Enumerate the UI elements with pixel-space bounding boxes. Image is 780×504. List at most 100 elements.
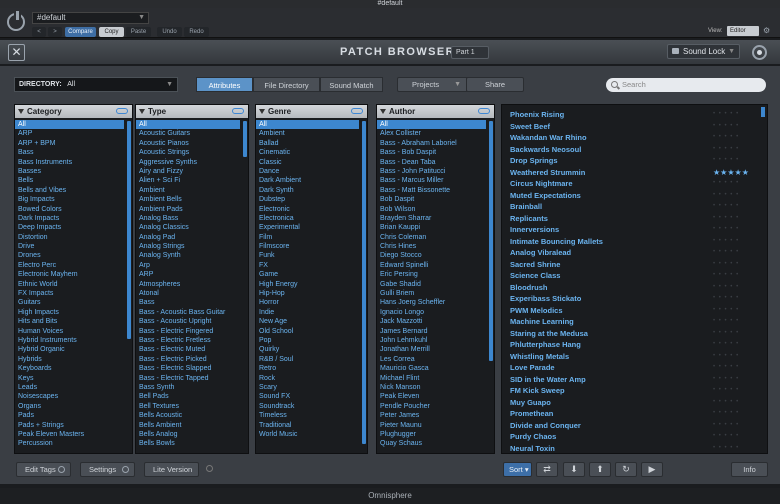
type-header[interactable]: Type bbox=[136, 105, 248, 118]
author-item[interactable]: Pieter Maunu bbox=[377, 421, 486, 430]
genre-header[interactable]: Genre bbox=[256, 105, 367, 118]
wrench-icon[interactable]: ⚙ bbox=[763, 26, 770, 35]
type-item[interactable]: Acoustic Guitars bbox=[136, 129, 240, 138]
type-scrollbar[interactable] bbox=[243, 121, 247, 157]
category-item[interactable]: Organs bbox=[15, 402, 124, 411]
type-item[interactable]: Acoustic Pianos bbox=[136, 139, 240, 148]
star-rating-icon[interactable]: • • • • • bbox=[713, 328, 739, 340]
close-button[interactable]: ✕ bbox=[8, 44, 25, 61]
author-scrollbar[interactable] bbox=[489, 121, 493, 361]
star-rating-icon[interactable]: • • • • • bbox=[713, 374, 739, 386]
genre-item[interactable]: Soundtrack bbox=[256, 402, 359, 411]
type-item[interactable]: Bass - Electric Picked bbox=[136, 355, 240, 364]
type-item[interactable]: Bass - Acoustic Upright bbox=[136, 317, 240, 326]
type-item[interactable]: Aggressive Synths bbox=[136, 158, 240, 167]
category-item[interactable]: Drive bbox=[15, 242, 124, 251]
category-item[interactable]: Keys bbox=[15, 374, 124, 383]
genre-item[interactable]: Electronic bbox=[256, 205, 359, 214]
genre-item[interactable]: Timeless bbox=[256, 411, 359, 420]
author-item[interactable]: Edward Spinelli bbox=[377, 261, 486, 270]
star-rating-icon[interactable]: • • • • • bbox=[713, 178, 739, 190]
lite-version-button[interactable]: Lite Version bbox=[144, 462, 199, 477]
star-rating-icon[interactable]: • • • • • bbox=[713, 144, 739, 156]
author-item[interactable]: Jonathan Merrill bbox=[377, 345, 486, 354]
type-item[interactable]: Bass - Electric Tapped bbox=[136, 374, 240, 383]
author-item[interactable]: Bass - Matt Bissonette bbox=[377, 186, 486, 195]
type-item[interactable]: Bass - Electric Slapped bbox=[136, 364, 240, 373]
type-item[interactable]: Airy and Fizzy bbox=[136, 167, 240, 176]
category-item[interactable]: Hybrid Organic bbox=[15, 345, 124, 354]
category-item[interactable]: ARP + BPM bbox=[15, 139, 124, 148]
patch-row[interactable]: Replicants • • • • • bbox=[502, 213, 767, 225]
category-item[interactable]: Bells and Vibes bbox=[15, 186, 124, 195]
author-item[interactable]: Hans Joerg Scheffler bbox=[377, 298, 486, 307]
author-item[interactable]: Pendle Poucher bbox=[377, 402, 486, 411]
genre-item[interactable]: Traditional bbox=[256, 421, 359, 430]
power-icon[interactable] bbox=[7, 11, 25, 31]
projects-button[interactable]: Projects ▼ bbox=[397, 77, 468, 92]
patch-row[interactable]: Muted Expectations • • • • • bbox=[502, 190, 767, 202]
type-item[interactable]: Bells Bowls bbox=[136, 439, 240, 448]
author-item[interactable]: Bob Wilson bbox=[377, 205, 486, 214]
patch-row[interactable]: Purdy Chaos • • • • • bbox=[502, 431, 767, 443]
type-item[interactable]: All bbox=[136, 120, 240, 130]
star-rating-icon[interactable]: ★★★★★ bbox=[713, 167, 749, 179]
genre-item[interactable]: Ballad bbox=[256, 139, 359, 148]
author-item[interactable]: Bass - John Patitucci bbox=[377, 167, 486, 176]
category-item[interactable]: Percussion bbox=[15, 439, 124, 448]
link-icon[interactable] bbox=[116, 108, 128, 114]
category-item[interactable]: Leads bbox=[15, 383, 124, 392]
star-rating-icon[interactable]: • • • • • bbox=[713, 109, 739, 121]
category-item[interactable]: Hybrid Instruments bbox=[15, 336, 124, 345]
category-item[interactable]: Bass bbox=[15, 148, 124, 157]
type-item[interactable]: Bass Synth bbox=[136, 383, 240, 392]
category-item[interactable]: Bells bbox=[15, 176, 124, 185]
author-item[interactable]: Nick Manson bbox=[377, 383, 486, 392]
genre-item[interactable]: World Music bbox=[256, 430, 359, 439]
category-item[interactable]: FX Impacts bbox=[15, 289, 124, 298]
preset-forward-button[interactable]: > bbox=[48, 27, 62, 37]
author-item[interactable]: Les Correa bbox=[377, 355, 486, 364]
star-rating-icon[interactable]: • • • • • bbox=[713, 213, 739, 225]
category-item[interactable]: Deep Impacts bbox=[15, 223, 124, 232]
genre-item[interactable]: Retro bbox=[256, 364, 359, 373]
patch-row[interactable]: Science Class • • • • • bbox=[502, 270, 767, 282]
patch-row[interactable]: SID in the Water Amp • • • • • bbox=[502, 374, 767, 386]
type-item[interactable]: Bass - Acoustic Bass Guitar bbox=[136, 308, 240, 317]
genre-item[interactable]: Indie bbox=[256, 308, 359, 317]
author-item[interactable]: Eric Persing bbox=[377, 270, 486, 279]
genre-item[interactable]: Dark Ambient bbox=[256, 176, 359, 185]
category-item[interactable]: Keyboards bbox=[15, 364, 124, 373]
tab-attributes[interactable]: Attributes bbox=[196, 77, 253, 92]
patch-row[interactable]: Phoenix Rising • • • • • bbox=[502, 109, 767, 121]
author-item[interactable]: Peter James bbox=[377, 411, 486, 420]
type-item[interactable]: Atmospheres bbox=[136, 280, 240, 289]
star-rating-icon[interactable]: • • • • • bbox=[713, 408, 739, 420]
author-item[interactable]: Brian Kauppi bbox=[377, 223, 486, 232]
link-icon[interactable] bbox=[232, 108, 244, 114]
patch-row[interactable]: Brainball • • • • • bbox=[502, 201, 767, 213]
type-item[interactable]: Ambient Pads bbox=[136, 205, 240, 214]
genre-item[interactable]: FX bbox=[256, 261, 359, 270]
category-item[interactable]: Drones bbox=[15, 251, 124, 260]
patch-row[interactable]: Experibass Stickato • • • • • bbox=[502, 293, 767, 305]
type-item[interactable]: Bell Textures bbox=[136, 402, 240, 411]
star-rating-icon[interactable]: • • • • • bbox=[713, 316, 739, 328]
author-item[interactable]: All bbox=[377, 120, 486, 130]
category-header[interactable]: Category bbox=[15, 105, 132, 118]
type-item[interactable]: Acoustic Strings bbox=[136, 148, 240, 157]
star-rating-icon[interactable]: • • • • • bbox=[713, 385, 739, 397]
directory-select[interactable]: DIRECTORY: All ▼ bbox=[14, 77, 178, 92]
link-icon[interactable] bbox=[478, 108, 490, 114]
category-item[interactable]: Dark Impacts bbox=[15, 214, 124, 223]
category-item[interactable]: Hits and Bits bbox=[15, 317, 124, 326]
category-scrollbar[interactable] bbox=[127, 121, 131, 339]
star-rating-icon[interactable]: • • • • • bbox=[713, 224, 739, 236]
star-rating-icon[interactable]: • • • • • bbox=[713, 247, 739, 259]
genre-item[interactable]: Experimental bbox=[256, 223, 359, 232]
author-item[interactable]: Ignacio Longo bbox=[377, 308, 486, 317]
patch-row[interactable]: Backwards Neosoul • • • • • bbox=[502, 144, 767, 156]
type-item[interactable]: Arp bbox=[136, 261, 240, 270]
circle-icon[interactable] bbox=[752, 45, 767, 60]
patch-row[interactable]: Drop Springs • • • • • bbox=[502, 155, 767, 167]
